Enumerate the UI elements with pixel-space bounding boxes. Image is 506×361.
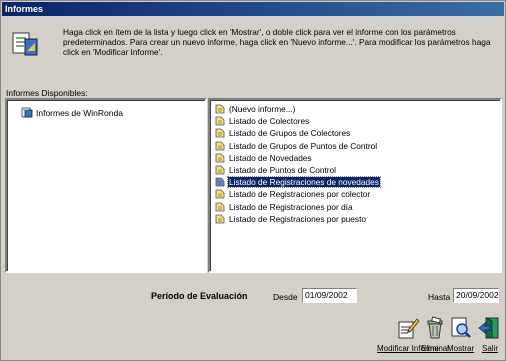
evaluation-period-label: Período de Evaluación xyxy=(151,291,248,301)
report-list[interactable]: (Nuevo informe...) Listado de Colectores L… xyxy=(208,98,502,273)
exit-button[interactable]: Salir xyxy=(478,316,502,353)
tree-item-winronda[interactable]: Informes de WinRonda xyxy=(21,107,123,119)
report-list-item[interactable]: Listado de Grupos de Puntos de Control xyxy=(215,140,495,152)
report-list-item[interactable]: Listado de Registraciones por día xyxy=(215,201,495,213)
document-icon xyxy=(215,214,225,224)
report-item-label: Listado de Grupos de Puntos de Control xyxy=(229,140,378,151)
delete-button[interactable]: Eliminar xyxy=(421,316,450,353)
report-groups-tree[interactable]: Informes de WinRonda xyxy=(5,98,207,273)
report-list-item[interactable]: Listado de Registraciones por colector xyxy=(215,188,495,200)
report-item-label: Listado de Colectores xyxy=(229,116,310,127)
delete-label: Eliminar xyxy=(421,344,450,353)
new-document-icon xyxy=(215,104,225,114)
document-icon xyxy=(215,153,225,163)
instructions-text: Haga click en ítem de la lista y luego c… xyxy=(63,27,491,57)
show-button[interactable]: Mostrar xyxy=(447,316,474,353)
report-item-label: Listado de Novedades xyxy=(229,152,312,163)
window-title: Informes xyxy=(2,2,504,16)
document-icon xyxy=(215,128,225,138)
show-label: Mostrar xyxy=(447,344,475,353)
exit-label: Salir xyxy=(481,344,498,353)
available-reports-label: Informes Disponibles: xyxy=(6,88,88,98)
document-icon xyxy=(215,141,225,151)
recycle-bin-icon xyxy=(423,316,447,342)
from-date-field[interactable]: 01/09/2002 xyxy=(302,288,357,303)
magnifier-document-icon xyxy=(449,316,473,342)
report-list-item[interactable]: Listado de Grupos de Colectores xyxy=(215,127,495,139)
document-icon xyxy=(215,202,225,212)
document-icon xyxy=(215,177,225,187)
report-item-label: Listado de Registraciones por día xyxy=(229,201,353,212)
reports-window: Informes Haga click en ítem de la lista … xyxy=(0,0,506,361)
report-list-item[interactable]: Listado de Registraciones por puesto xyxy=(215,213,495,225)
edit-report-icon xyxy=(396,316,420,342)
report-list-item[interactable]: (Nuevo informe...) xyxy=(215,103,495,115)
document-icon xyxy=(215,189,225,199)
report-list-item[interactable]: Listado de Puntos de Control xyxy=(215,164,495,176)
report-list-items: (Nuevo informe...) Listado de Colectores L… xyxy=(215,103,495,225)
to-date-field[interactable]: 20/09/2002 xyxy=(453,288,499,303)
report-item-label: (Nuevo informe...) xyxy=(229,104,296,115)
report-item-label: Listado de Registraciones de novedades xyxy=(227,176,381,189)
report-folder-icon xyxy=(21,107,33,120)
to-label: Hasta xyxy=(428,292,451,302)
document-icon xyxy=(215,165,225,175)
document-icon xyxy=(215,116,225,126)
report-list-item[interactable]: Listado de Colectores xyxy=(215,115,495,127)
from-label: Desde xyxy=(273,292,298,302)
report-item-label: Listado de Registraciones por puesto xyxy=(229,213,366,224)
report-list-item[interactable]: Listado de Novedades xyxy=(215,152,495,164)
exit-door-icon xyxy=(478,316,502,342)
report-item-label: Listado de Registraciones por colector xyxy=(229,189,371,200)
report-info-icon xyxy=(11,31,41,57)
tree-item-label: Informes de WinRonda xyxy=(36,108,123,118)
report-item-label: Listado de Grupos de Colectores xyxy=(229,128,351,139)
report-list-item[interactable]: Listado de Registraciones de novedades xyxy=(215,176,495,189)
report-item-label: Listado de Puntos de Control xyxy=(229,165,337,176)
